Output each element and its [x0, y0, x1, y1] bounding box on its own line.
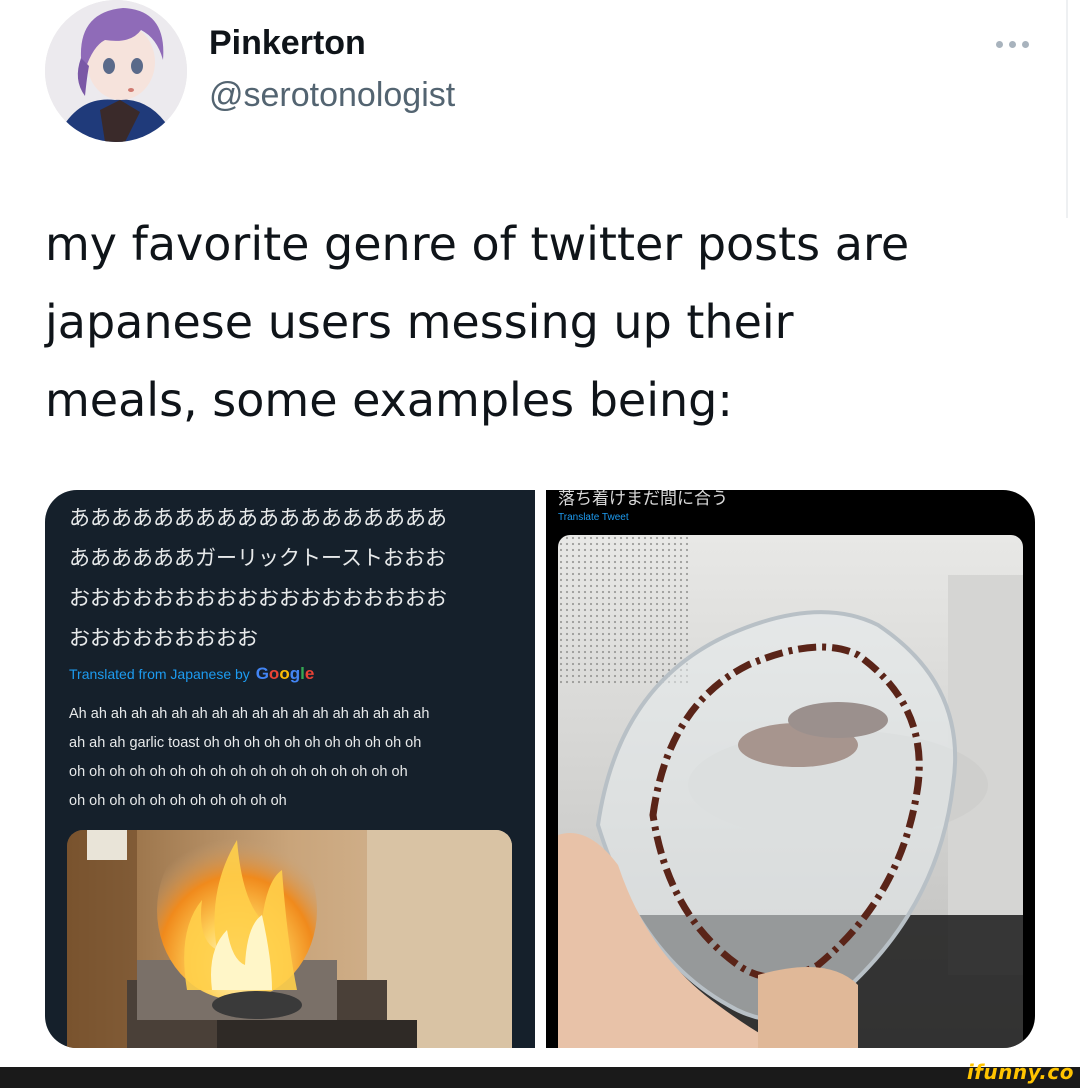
- japanese-line: おおおおおおおおおおおおおおおおおお: [69, 586, 447, 610]
- japanese-line: ああああああああああああああああああ: [69, 506, 447, 530]
- melted-container-image: [558, 535, 1023, 1048]
- japanese-line: おおおおおおおおお: [69, 626, 258, 650]
- avatar[interactable]: [45, 0, 187, 142]
- translation-text: Ah ah ah ah ah ah ah ah ah ah ah ah ah a…: [69, 700, 529, 816]
- divider: [1066, 0, 1068, 218]
- translation-line: oh oh oh oh oh oh oh oh oh oh oh oh oh o…: [69, 764, 408, 780]
- japanese-tweet-text: ああああああああああああああああああ ああああああガーリックトーストおおお おお…: [69, 498, 529, 658]
- more-options-icon[interactable]: [990, 34, 1034, 54]
- tweet-text-line: japanese users messing up their: [45, 295, 794, 349]
- tweet-text-line: meals, some examples being:: [45, 373, 733, 427]
- japanese-tweet-text-cut: 落ち着けまだ間に合う: [558, 490, 728, 509]
- translated-label-text: Translated from Japanese by: [69, 666, 250, 682]
- toaster-fire-image: [67, 830, 512, 1048]
- anime-avatar-image: [45, 0, 187, 142]
- toaster-fire-photo[interactable]: [67, 830, 512, 1048]
- tweet-text: my favorite genre of twitter posts are j…: [45, 205, 1025, 439]
- tweet-text-line: my favorite genre of twitter posts are: [45, 217, 910, 271]
- user-handle[interactable]: @serotonologist: [209, 76, 455, 115]
- translation-line: ah ah ah garlic toast oh oh oh oh oh oh …: [69, 735, 422, 751]
- google-logo: Google: [255, 664, 315, 683]
- watermark-bar: ifunny.co: [0, 1060, 1080, 1088]
- translation-line: oh oh oh oh oh oh oh oh oh oh oh: [69, 793, 287, 809]
- ifunny-watermark: ifunny.co: [966, 1060, 1074, 1084]
- japanese-line: ああああああガーリックトーストおおお: [69, 546, 446, 570]
- translated-from-label: Translated from Japanese by Google: [69, 664, 314, 684]
- embedded-screenshot-right[interactable]: 落ち着けまだ間に合う Translate Tweet: [546, 490, 1035, 1048]
- translate-tweet-link[interactable]: Translate Tweet: [558, 512, 629, 523]
- translation-line: Ah ah ah ah ah ah ah ah ah ah ah ah ah a…: [69, 706, 430, 722]
- display-name[interactable]: Pinkerton: [209, 24, 366, 63]
- embedded-screenshot-left[interactable]: ああああああああああああああああああ ああああああガーリックトーストおおお おお…: [45, 490, 535, 1048]
- melted-container-photo[interactable]: [558, 535, 1023, 1048]
